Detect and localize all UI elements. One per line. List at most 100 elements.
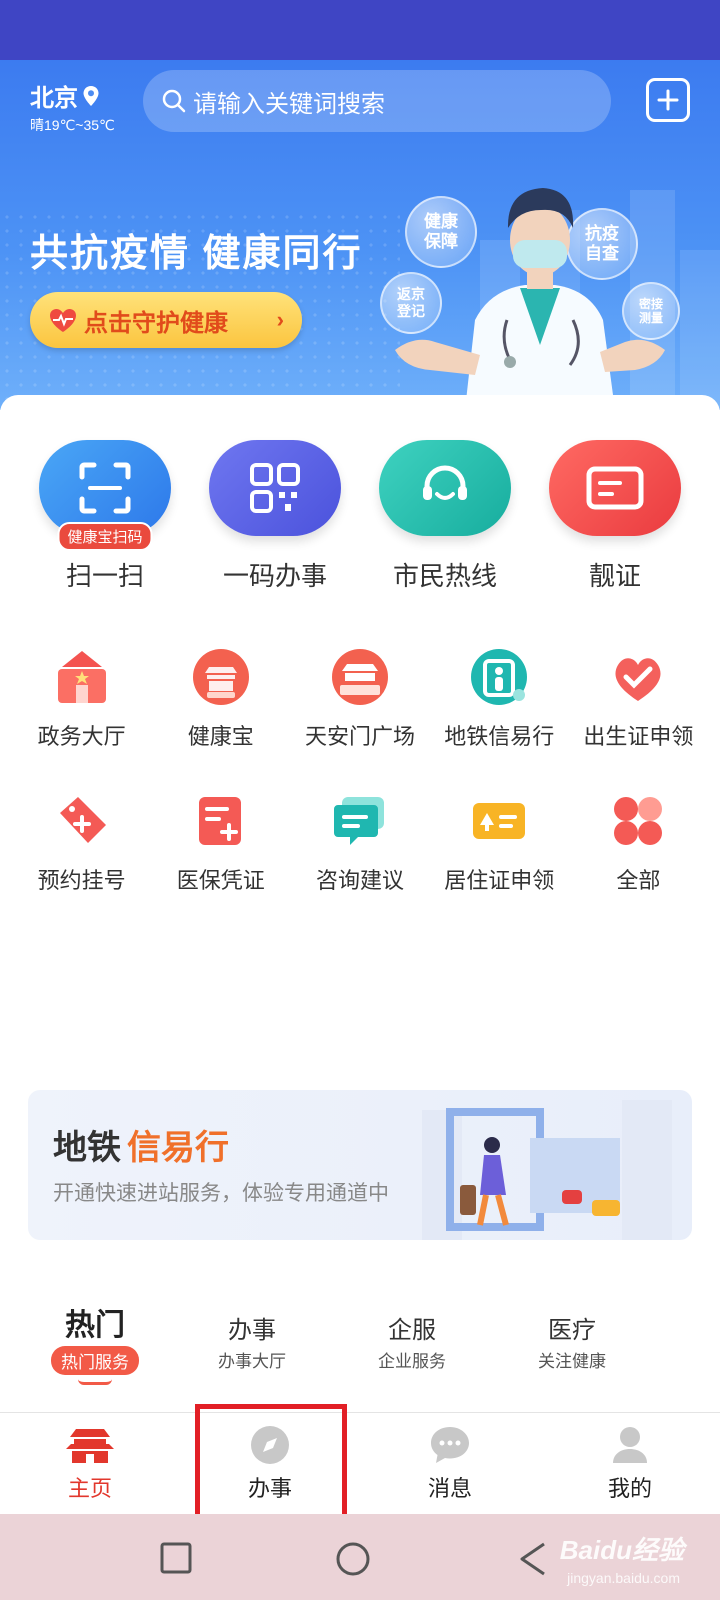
service-label: 预约挂号 xyxy=(37,868,126,893)
chat-icon xyxy=(328,789,392,853)
service-all[interactable]: 全部 xyxy=(569,789,708,895)
headset-icon xyxy=(379,440,511,536)
heart-pulse-icon xyxy=(50,309,76,332)
search-placeholder: 请输入关键词搜索 xyxy=(193,90,385,118)
quick-action-label: 靓证 xyxy=(588,561,641,591)
nav-affairs[interactable]: 办事 xyxy=(180,1413,360,1514)
quick-action-label: 市民热线 xyxy=(392,561,497,591)
tab-label: 企服 xyxy=(388,1317,436,1344)
tab-sublabel: 企业服务 xyxy=(378,1352,446,1371)
protect-health-button[interactable]: 点击守护健康 › xyxy=(30,292,302,348)
protect-health-label: 点击守护健康 xyxy=(84,309,228,337)
back-icon[interactable] xyxy=(518,1542,548,1576)
message-icon xyxy=(431,1426,469,1463)
chevron-right-icon: › xyxy=(276,307,284,332)
tab-sublabel: 热门服务 xyxy=(51,1346,139,1375)
banner-subtitle: 开通快速进站服务，体验专用通道中 xyxy=(53,1182,389,1205)
system-navigation-bar: Baidu经验 jingyan.baidu.com xyxy=(0,1514,720,1600)
nav-home[interactable]: 主页 xyxy=(0,1413,180,1514)
residence-card-icon xyxy=(467,789,531,853)
service-label: 咨询建议 xyxy=(315,868,404,893)
home-circle-icon[interactable] xyxy=(336,1542,370,1576)
tab-sublabel: 办事大厅 xyxy=(218,1352,286,1371)
tab-label: 热门 xyxy=(65,1309,125,1342)
quick-actions: 健康宝扫码 扫一扫 一码办事 市民热线 靓证 xyxy=(0,440,720,593)
service-residence[interactable]: 居住证申领 xyxy=(430,789,569,895)
nav-profile[interactable]: 我的 xyxy=(540,1413,720,1514)
service-label: 政务大厅 xyxy=(37,724,126,749)
service-medical-insurance[interactable]: 医保凭证 xyxy=(151,789,290,895)
banner-title-main: 地铁 xyxy=(53,1129,121,1167)
location-pin-icon xyxy=(83,85,99,106)
banner-title-accent: 信易行 xyxy=(127,1129,229,1167)
quick-action-label: 扫一扫 xyxy=(65,561,144,591)
weather-text: 晴19℃~35℃ xyxy=(30,117,115,133)
hero-title: 共抗疫情 健康同行 xyxy=(30,233,363,275)
service-grid: 政务大厅 健康宝 天安门广场 地铁信易行 出生证申领 预约挂号 医保凭证 咨询建… xyxy=(12,645,708,895)
tiananmen-icon xyxy=(328,645,392,709)
status-bar xyxy=(0,0,720,60)
tab-sublabel: 关注健康 xyxy=(538,1352,606,1371)
compass-icon xyxy=(251,1425,289,1464)
active-tab-indicator xyxy=(78,1379,112,1385)
tab-label: 医疗 xyxy=(548,1317,596,1344)
qr-code-icon xyxy=(209,440,341,536)
category-tabs: 热门 热门服务 办事 办事大厅 企服 企业服务 医疗 关注健康 xyxy=(0,1300,720,1390)
city-name: 北京 xyxy=(30,85,78,112)
nav-messages[interactable]: 消息 xyxy=(360,1413,540,1514)
service-label: 全部 xyxy=(616,868,661,893)
service-label: 医保凭证 xyxy=(176,868,265,893)
add-button[interactable] xyxy=(646,78,690,122)
health-scan-badge: 健康宝扫码 xyxy=(57,522,153,551)
recent-apps-icon[interactable] xyxy=(160,1542,192,1574)
quick-action-scan[interactable]: 健康宝扫码 扫一扫 xyxy=(30,440,180,593)
watermark-logo: Baidu经验 xyxy=(559,1535,684,1565)
birth-certificate-icon xyxy=(606,645,670,709)
quick-action-one-code[interactable]: 一码办事 xyxy=(200,440,350,593)
doctor-illustration xyxy=(395,188,665,410)
health-treasure-icon xyxy=(189,645,253,709)
tab-hot[interactable]: 热门 热门服务 xyxy=(40,1300,150,1385)
tab-medical[interactable]: 医疗 关注健康 xyxy=(512,1310,632,1372)
tab-label: 办事 xyxy=(228,1317,276,1344)
government-hall-icon xyxy=(50,645,114,709)
service-government-hall[interactable]: 政务大厅 xyxy=(12,645,151,751)
nav-label: 消息 xyxy=(427,1475,472,1501)
service-label: 居住证申领 xyxy=(444,868,555,893)
banner-title: 地铁 信易行 xyxy=(53,1120,229,1169)
tab-affairs[interactable]: 办事 办事大厅 xyxy=(192,1310,312,1372)
medical-tag-icon xyxy=(50,789,114,853)
subway-traveler-illustration xyxy=(422,1100,672,1240)
medical-insurance-icon xyxy=(189,789,253,853)
service-label: 地铁信易行 xyxy=(444,724,555,749)
service-health-treasure[interactable]: 健康宝 xyxy=(151,645,290,751)
search-input[interactable]: 请输入关键词搜索 xyxy=(143,70,611,132)
quick-action-hotline[interactable]: 市民热线 xyxy=(370,440,520,593)
quick-action-label: 一码办事 xyxy=(222,561,327,591)
id-card-icon xyxy=(549,440,681,536)
quick-action-id-card[interactable]: 靓证 xyxy=(540,440,690,593)
profile-icon xyxy=(613,1426,647,1463)
bottom-navigation: 主页 办事 消息 我的 xyxy=(0,1412,720,1514)
nav-label: 主页 xyxy=(67,1475,112,1501)
search-icon xyxy=(162,89,186,113)
service-label: 健康宝 xyxy=(187,724,254,749)
hero-banner[interactable]: 北京 晴19℃~35℃ 请输入关键词搜索 共抗疫情 健康同行 点击守护健康 › … xyxy=(0,60,720,410)
all-apps-icon xyxy=(606,789,670,853)
nav-label: 办事 xyxy=(247,1475,292,1501)
service-label: 出生证申领 xyxy=(583,724,694,749)
home-temple-icon xyxy=(66,1428,114,1463)
main-content: 健康宝扫码 扫一扫 一码办事 市民热线 靓证 政务大厅 健康宝 天安门广场 地铁… xyxy=(0,395,720,1415)
service-birth-certificate[interactable]: 出生证申领 xyxy=(569,645,708,751)
service-subway[interactable]: 地铁信易行 xyxy=(430,645,569,751)
nav-label: 我的 xyxy=(607,1475,652,1501)
service-tiananmen[interactable]: 天安门广场 xyxy=(290,645,429,751)
service-label: 天安门广场 xyxy=(304,724,415,749)
service-appointment[interactable]: 预约挂号 xyxy=(12,789,151,895)
location-block[interactable]: 北京 晴19℃~35℃ xyxy=(30,78,115,135)
watermark-url: jingyan.baidu.com xyxy=(567,1570,680,1586)
service-consult[interactable]: 咨询建议 xyxy=(290,789,429,895)
tab-enterprise[interactable]: 企服 企业服务 xyxy=(352,1310,472,1372)
plus-icon xyxy=(657,89,679,111)
subway-banner[interactable]: 地铁 信易行 开通快速进站服务，体验专用通道中 xyxy=(28,1090,692,1240)
